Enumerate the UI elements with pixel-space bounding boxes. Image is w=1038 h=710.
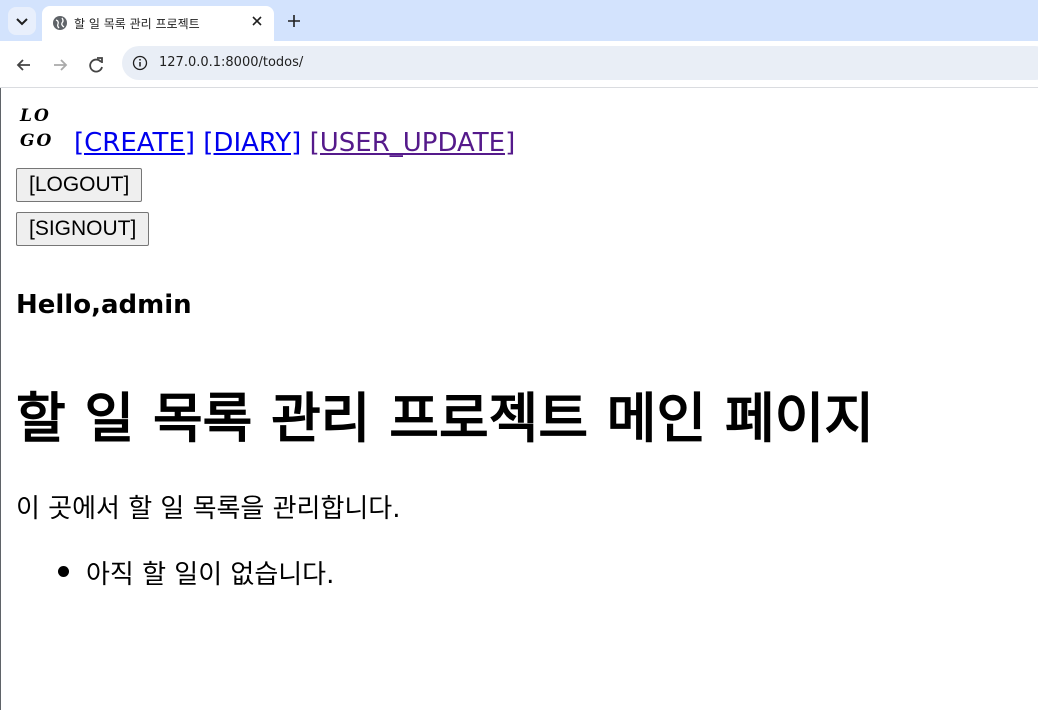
tab-search-button[interactable] [8,7,36,35]
top-nav: LO GO [CREATE] [DIARY] [USER_UPDATE] [16,88,1026,160]
todo-list: 아직 할 일이 없습니다. [16,554,334,591]
back-icon[interactable] [13,54,35,76]
nav-links: [CREATE] [DIARY] [USER_UPDATE] [74,128,515,158]
url-text: 127.0.0.1:8000/todos/ [159,55,304,70]
page-description: 이 곳에서 할 일 목록을 관리합니다. [16,494,401,524]
signout-button[interactable]: [SIGNOUT] [16,212,150,246]
logo-line-2: GO [20,131,54,151]
greeting: Hello,admin [16,290,192,320]
new-tab-icon[interactable] [284,11,304,31]
close-icon[interactable] [248,12,266,30]
chevron-down-icon [16,18,28,26]
address-bar[interactable]: 127.0.0.1:8000/todos/ [122,46,1038,80]
page-content: LO GO [CREATE] [DIARY] [USER_UPDATE] [LO… [16,88,1026,590]
tab-title: 할 일 목록 관리 프로젝트 [74,17,200,31]
user-update-link[interactable]: [USER_UPDATE] [310,128,516,158]
window-edge [0,88,1,710]
info-icon[interactable] [132,55,148,71]
browser-tabstrip: 할 일 목록 관리 프로젝트 [0,0,1038,41]
logo-line-1: LO [20,106,51,126]
list-item: 아직 할 일이 없습니다. [16,554,334,591]
browser-tab[interactable]: 할 일 목록 관리 프로젝트 [42,6,274,41]
bullet-icon [58,566,69,577]
logout-button[interactable]: [LOGOUT] [16,168,143,202]
logo[interactable]: LO GO [20,104,53,154]
forward-icon[interactable] [49,54,71,76]
globe-icon [53,16,67,30]
todo-text: 아직 할 일이 없습니다. [86,560,335,590]
create-link[interactable]: [CREATE] [74,128,195,158]
browser-toolbar: 127.0.0.1:8000/todos/ [0,41,1038,88]
diary-link[interactable]: [DIARY] [203,128,301,158]
reload-icon[interactable] [85,54,107,76]
page-title: 할 일 목록 관리 프로젝트 메인 페이지 [16,387,874,450]
